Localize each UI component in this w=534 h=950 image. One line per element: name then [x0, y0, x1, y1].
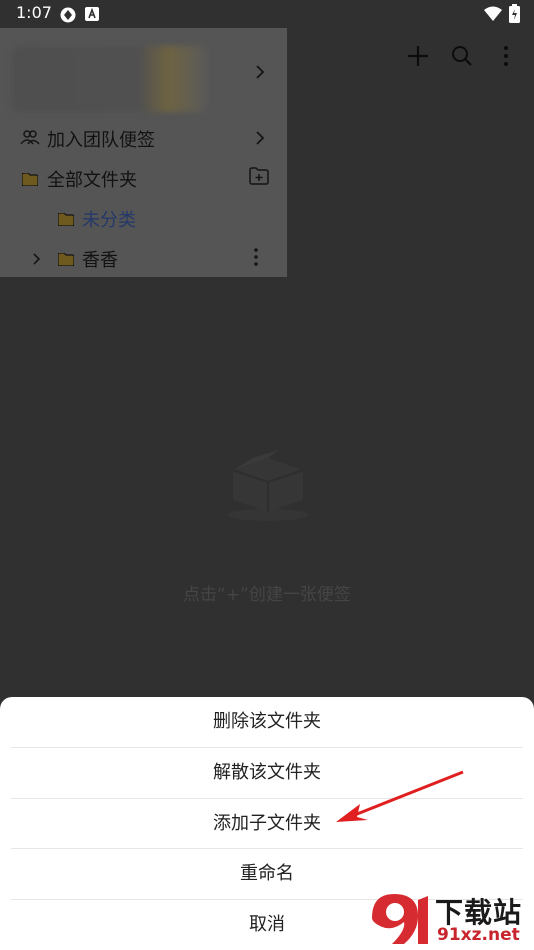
app-notification-icon	[85, 6, 99, 25]
delete-folder-button[interactable]: 删除该文件夹	[0, 697, 534, 747]
more-menu-icon[interactable]	[490, 40, 522, 72]
wifi-icon	[484, 6, 502, 26]
folder-icon	[57, 251, 75, 270]
add-note-icon[interactable]	[402, 40, 434, 72]
chevron-right-icon[interactable]	[254, 64, 266, 84]
account-header[interactable]	[12, 46, 207, 112]
folder-icon	[57, 211, 75, 230]
status-time: 1:07	[16, 3, 52, 22]
chevron-right-icon	[254, 130, 266, 150]
join-team-notes-row[interactable]: 加入团队便签	[0, 117, 287, 157]
empty-state-text: 点击“+”创建一张便签	[183, 585, 351, 605]
sync-icon	[59, 6, 77, 28]
watermark-logo-icon	[372, 894, 428, 944]
search-icon[interactable]	[446, 40, 478, 72]
drawer-item-label: 全部文件夹	[47, 170, 137, 191]
empty-state-illustration	[218, 430, 318, 525]
folder-icon	[21, 171, 39, 190]
all-folders-row[interactable]: 全部文件夹	[0, 157, 287, 197]
status-bar: 1:07	[0, 0, 534, 28]
watermark-url: 91xz.net	[437, 925, 520, 945]
team-icon	[20, 129, 40, 149]
folder-item-xiangxiang[interactable]: 香香	[0, 237, 287, 277]
folder-drawer: 加入团队便签 全部文件夹 未分类 香香	[0, 28, 287, 277]
battery-icon	[509, 4, 520, 27]
folder-item-uncategorized[interactable]: 未分类	[0, 197, 287, 237]
annotation-arrow-icon	[330, 768, 470, 832]
add-folder-icon[interactable]	[249, 167, 269, 189]
drawer-item-label: 加入团队便签	[47, 130, 155, 151]
expand-chevron-icon[interactable]	[32, 251, 42, 270]
drawer-item-label: 未分类	[82, 210, 136, 231]
folder-more-icon[interactable]	[246, 247, 266, 271]
drawer-item-label: 香香	[82, 250, 118, 271]
